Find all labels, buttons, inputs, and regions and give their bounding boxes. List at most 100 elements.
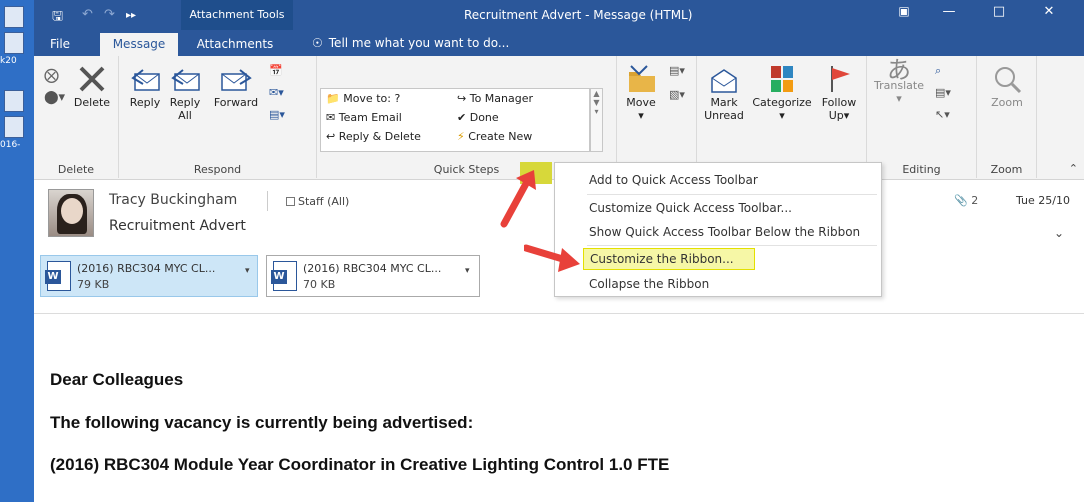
quick-step-team-email[interactable]: ✉ Team Email [326,111,402,124]
mark-unread-button[interactable]: Mark Unread [703,64,745,122]
translate-icon: あ [887,56,911,84]
delete-label: Delete [73,96,111,109]
desktop-strip: k20 016- [0,0,34,502]
attachment-dropdown-icon[interactable]: ▾ [245,266,250,276]
quick-step-done[interactable]: ✔ Done [457,111,499,124]
tell-me-search[interactable]: ☉ Tell me what you want to do... [312,36,509,50]
actions-icon[interactable]: ▧▾ [669,88,685,101]
sender-name[interactable]: Tracy Buckingham [109,192,237,208]
quick-steps-scrollbar[interactable]: ▲ ▼ ▾ [590,88,603,152]
save-icon[interactable]: 🖫 [52,7,63,29]
junk-icon[interactable]: ⬤▾ [44,90,65,105]
quick-step-create-new[interactable]: ⚡ Create New [457,130,532,143]
menu-item-show-qat-below[interactable]: Show Quick Access Toolbar Below the Ribb… [555,219,881,245]
follow-up-button[interactable]: Follow Up▾ [817,64,861,122]
group-delete: ⨂ ⬤▾ Delete Delete [34,56,119,178]
reply-icon [131,69,160,91]
related-icon[interactable]: ▤▾ [935,86,951,99]
find-icon[interactable]: ⌕ [935,64,941,78]
rules-icon[interactable]: ▤▾ [669,64,685,77]
reply-all-label-1: Reply [169,96,201,109]
paperclip-icon: 📎 [954,194,968,207]
attachment-name: (2016) RBC304 MYC CL... [303,262,442,275]
group-label-respond: Respond [193,163,242,176]
more-respond-icon[interactable]: ▤▾ [269,108,285,121]
qat-more-icon[interactable]: ▸▸ [126,10,136,21]
ignore-icon[interactable]: ⨂ [44,66,59,84]
redo-icon[interactable]: ↷ [104,7,115,22]
close-icon[interactable]: ✕ [1029,4,1069,19]
group-label-editing: Editing [902,163,941,176]
group-move: Move ▾ ▤▾ ▧▾ [617,56,697,178]
meeting-icon[interactable]: 📅 [269,64,283,77]
mark-unread-icon [711,69,737,93]
menu-item-add-to-qat[interactable]: Add to Quick Access Toolbar [555,167,881,193]
zoom-label: Zoom [991,96,1023,109]
quick-step-move-to[interactable]: 📁 Move to: ? [326,92,400,105]
group-respond: Reply Reply All Forward 📅 ✉▾ ▤▾ Respond [119,56,317,178]
undo-icon[interactable]: ↶ [82,7,93,22]
avatar [48,189,94,237]
lightbulb-icon: ☉ [312,36,323,50]
forward-button[interactable]: Forward [211,64,261,109]
translate-button[interactable]: あ Translate ▾ [873,56,925,105]
move-folder-icon [629,65,655,92]
delete-x-icon [79,66,105,92]
im-icon[interactable]: ✉▾ [269,86,284,99]
desktop-app-icon[interactable] [4,32,24,54]
ribbon-display-options-icon[interactable]: ▣ [884,4,924,18]
desktop-label: 016- [0,140,21,150]
forward-label: Forward [213,96,259,109]
move-button[interactable]: Move ▾ [623,64,659,122]
attachment-item[interactable]: W (2016) RBC304 MYC CL... 70 KB ▾ [266,255,480,297]
menu-item-customize-ribbon[interactable]: Customize the Ribbon... [583,248,755,270]
date-received: Tue 25/10 [1016,194,1070,207]
quick-step-reply-delete[interactable]: ↩ Reply & Delete [326,130,421,143]
mark-unread-label-1: Mark [710,96,738,109]
body-line-2: (2016) RBC304 Module Year Coordinator in… [50,455,670,474]
minimize-icon[interactable]: — [929,4,969,19]
recipient[interactable]: Staff (All) [286,195,349,208]
reply-all-icon [171,69,200,91]
menu-item-customize-qat[interactable]: Customize Quick Access Toolbar... [555,195,881,221]
collapse-ribbon-icon[interactable]: ⌃ [1069,162,1078,175]
menu-item-collapse-ribbon[interactable]: Collapse the Ribbon [555,271,881,297]
annotation-arrow-up [500,170,536,228]
outlook-message-window: 🖫 ↶ ↷ ▸▸ Attachment Tools Recruitment Ad… [34,0,1084,502]
zoom-button[interactable]: Zoom [983,64,1031,109]
maximize-icon[interactable]: □ [979,4,1019,19]
move-label: Move [626,96,656,109]
flag-icon [831,66,850,92]
attachment-item[interactable]: W (2016) RBC304 MYC CL... 79 KB ▾ [40,255,258,297]
group-label-zoom: Zoom [990,163,1023,176]
attachment-dropdown-icon[interactable]: ▾ [465,266,470,276]
delete-button[interactable]: Delete [72,64,112,109]
categorize-icon [771,66,793,92]
reply-button[interactable]: Reply [127,64,163,109]
desktop-app-icon[interactable] [4,6,24,28]
tab-file[interactable]: File [42,33,78,56]
quick-step-to-manager[interactable]: ↪ To Manager [457,92,533,105]
tab-message[interactable]: Message [100,33,178,56]
body-greeting: Dear Colleagues [50,370,184,389]
tab-attachments[interactable]: Attachments [186,33,284,56]
group-editing: あ Translate ▾ ⌕ ▤▾ ↖▾ Editing [867,56,977,178]
divider [34,313,1084,314]
reply-label: Reply [129,96,161,109]
desktop-app-icon[interactable] [4,116,24,138]
select-icon[interactable]: ↖▾ [935,108,950,121]
expand-header-icon[interactable]: ⌄ [1054,226,1064,240]
menu-separator [587,245,877,246]
group-tags: Mark Unread Categorize ▾ Follow Up▾ [697,56,867,178]
reply-all-button[interactable]: Reply All [167,64,203,122]
categorize-label: Categorize [752,96,812,109]
mark-unread-label-2: Unread [704,109,744,122]
group-zoom: Zoom Zoom [977,56,1037,178]
attachment-tools-context-header: Attachment Tools [181,0,293,30]
subject-line: Recruitment Advert [109,218,246,234]
desktop-app-icon[interactable] [4,90,24,112]
magnifier-icon [995,67,1022,94]
screen: k20 016- 🖫 ↶ ↷ ▸▸ Attachment Tools Recru… [0,0,1084,502]
word-doc-icon: W [45,261,71,291]
categorize-button[interactable]: Categorize ▾ [751,64,813,122]
